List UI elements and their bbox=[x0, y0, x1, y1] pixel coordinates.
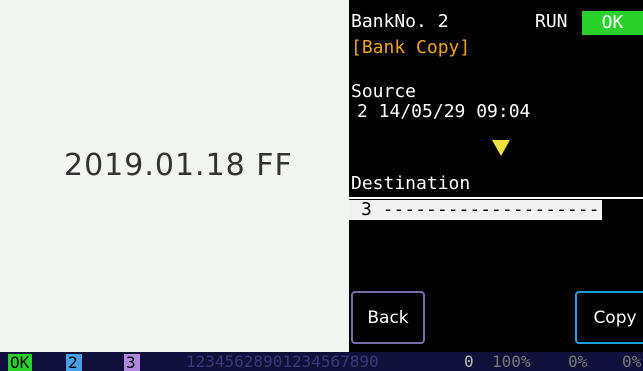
copy-button[interactable]: Copy bbox=[575, 291, 643, 344]
status-bar: OK 2 3 12345628901234567890 0 100% 0% 0% bbox=[0, 352, 643, 371]
status-slot-2: 2 bbox=[66, 354, 82, 371]
source-value: 2 14/05/29 09:04 bbox=[357, 101, 531, 122]
status-percent-3: 0% bbox=[622, 352, 642, 371]
status-percent-2: 0% bbox=[568, 352, 588, 371]
destination-field[interactable]: 3 -------------------- bbox=[349, 200, 602, 220]
mode-title: [Bank Copy] bbox=[351, 37, 471, 58]
left-panel: 2019.01.18 FF bbox=[0, 0, 349, 352]
status-digits: 12345628901234567890 bbox=[186, 352, 379, 371]
run-status: RUN bbox=[535, 11, 568, 32]
device-screen: BankNo. 2 RUN OK [Bank Copy] Source 2 14… bbox=[349, 0, 643, 352]
status-zero: 0 bbox=[464, 352, 474, 371]
bank-number-label: BankNo. 2 bbox=[351, 11, 449, 32]
back-button[interactable]: Back bbox=[351, 291, 425, 344]
ok-status-badge: OK bbox=[582, 11, 643, 35]
status-percent-1: 100% bbox=[492, 352, 531, 371]
status-slot-3: 3 bbox=[124, 354, 140, 371]
date-label: 2019.01.18 FF bbox=[64, 148, 293, 183]
source-label: Source bbox=[351, 81, 417, 102]
down-arrow-icon bbox=[492, 140, 510, 156]
status-ok-indicator: OK bbox=[8, 354, 32, 371]
destination-label: Destination bbox=[351, 173, 471, 194]
